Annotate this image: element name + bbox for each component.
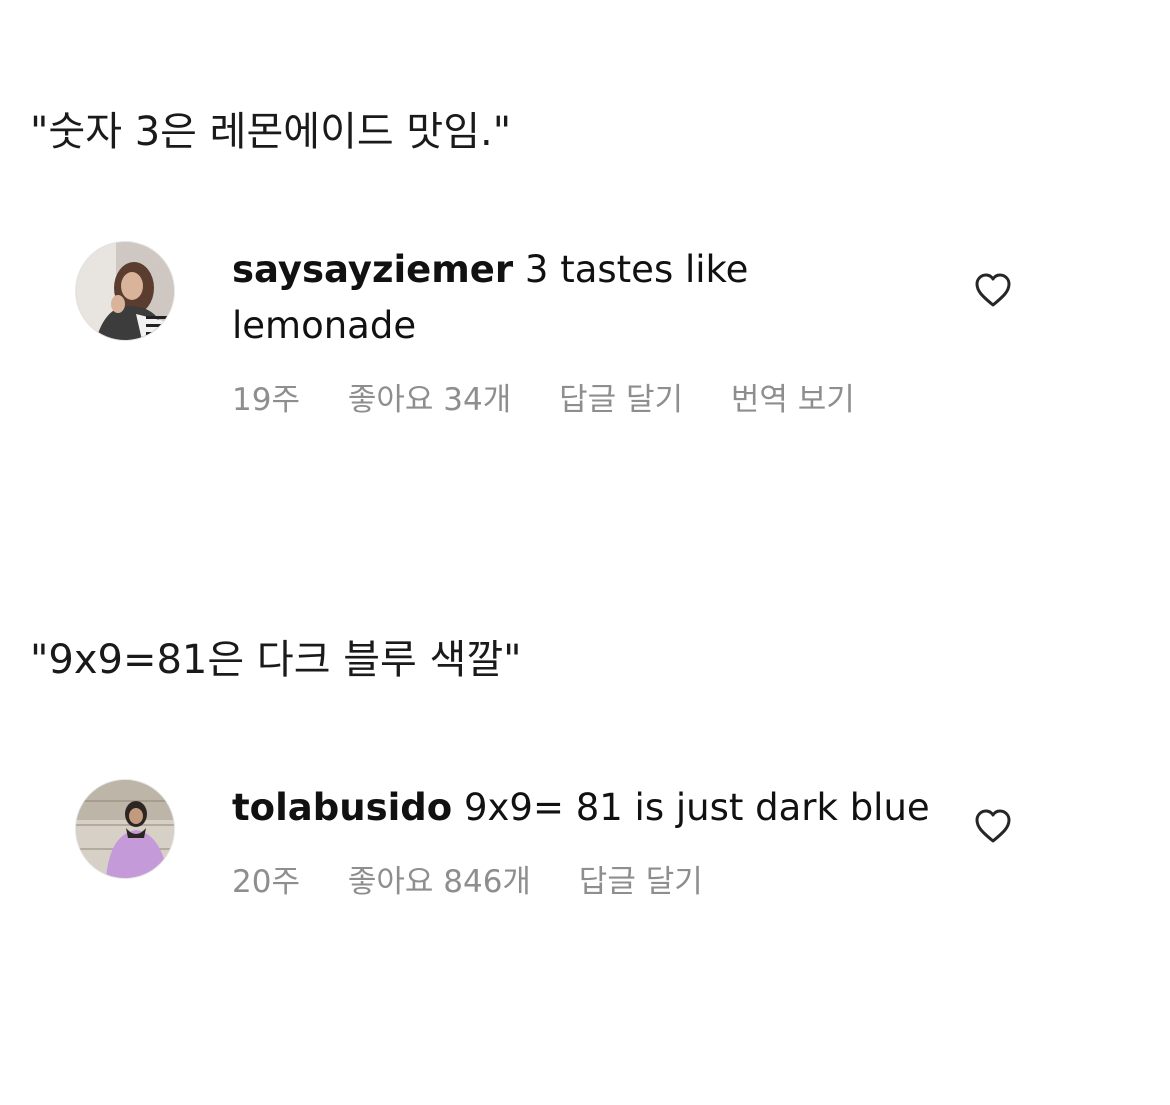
comment-timestamp: 19주 <box>232 382 300 418</box>
comment-timestamp: 20주 <box>232 864 300 900</box>
translate-button[interactable]: 번역 보기 <box>731 380 855 420</box>
profile-photo-icon <box>76 242 174 340</box>
avatar[interactable] <box>76 780 174 878</box>
avatar[interactable] <box>76 242 174 340</box>
comment-username[interactable]: tolabusido <box>232 786 452 829</box>
comment-username[interactable]: saysayziemer <box>232 248 513 291</box>
comment-likes-count[interactable]: 좋아요 34개 <box>348 380 511 420</box>
comment-likes-count[interactable]: 좋아요 846개 <box>348 862 531 902</box>
reply-button[interactable]: 답글 달기 <box>579 862 703 902</box>
caption-korean-translation-2: "9x9=81은 다크 블루 색깔" <box>30 637 522 683</box>
heart-outline-icon <box>975 273 1011 307</box>
like-button[interactable] <box>974 808 1012 844</box>
heart-outline-icon <box>975 809 1011 843</box>
comment-text: saysayziemer 3 tastes like lemonade <box>232 242 932 354</box>
reply-button[interactable]: 답글 달기 <box>559 380 683 420</box>
comment-meta: 20주 좋아요 846개 답글 달기 <box>232 862 741 902</box>
comment-text: tolabusido 9x9= 81 is just dark blue <box>232 780 932 836</box>
profile-photo-icon <box>76 780 174 878</box>
caption-korean-translation-1: "숫자 3은 레몬에이드 맛임." <box>30 109 512 155</box>
comment-meta: 19주 좋아요 34개 답글 달기 번역 보기 <box>232 380 893 420</box>
comment-content: 9x9= 81 is just dark blue <box>452 786 930 829</box>
like-button[interactable] <box>974 272 1012 308</box>
